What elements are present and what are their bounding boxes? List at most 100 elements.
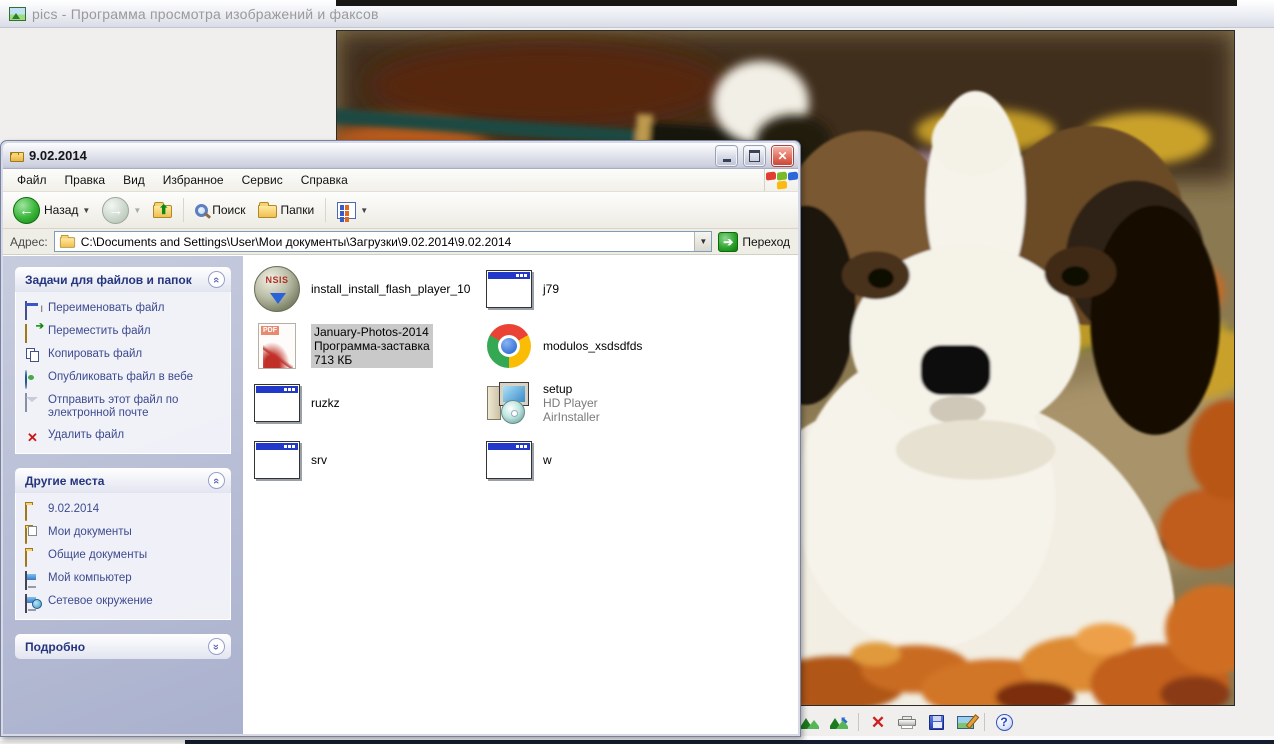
save-icon[interactable] xyxy=(926,713,946,731)
network-places-icon xyxy=(25,594,42,613)
windows-logo-icon xyxy=(764,169,798,191)
folder-icon xyxy=(25,502,41,521)
toolbar-separator xyxy=(325,198,327,222)
forward-button[interactable]: → ▼ xyxy=(98,195,145,226)
menu-tools[interactable]: Сервис xyxy=(233,170,292,190)
file-ruzkz[interactable]: ruzkz xyxy=(251,383,483,422)
file-tasks-title: Задачи для файлов и папок xyxy=(25,272,192,287)
picture-viewer-icon xyxy=(9,6,26,21)
menu-edit[interactable]: Правка xyxy=(56,170,115,190)
go-button[interactable]: ➔ Переход xyxy=(718,231,794,252)
task-move-file[interactable]: Переместить файл xyxy=(25,324,222,343)
task-publish-file[interactable]: Опубликовать файл в вебе xyxy=(25,370,222,389)
back-arrow-icon: ← xyxy=(13,196,40,224)
minimize-button[interactable] xyxy=(716,145,737,166)
views-button[interactable]: ▼ xyxy=(333,200,372,222)
back-dropdown-icon[interactable]: ▼ xyxy=(82,206,90,215)
place-shared-documents[interactable]: Общие документы xyxy=(25,548,222,567)
address-path: C:\Documents and Settings\User\Мои докум… xyxy=(80,234,512,249)
pdf-document-icon xyxy=(258,322,296,369)
viewer-toolbar: ⬉ ✕ ? xyxy=(800,709,1014,735)
file-srv[interactable]: srv xyxy=(251,440,483,479)
file-list: install_install_flash_player_10 j79 Janu… xyxy=(243,256,798,734)
address-bar: Адрес: C:\Documents and Settings\User\Мо… xyxy=(3,229,798,255)
search-icon xyxy=(195,203,209,217)
collapse-chevron-icon[interactable]: « xyxy=(208,271,225,288)
place-my-computer[interactable]: Мой компьютер xyxy=(25,571,222,590)
details-panel: Подробно « xyxy=(15,634,231,659)
explorer-titlebar[interactable]: 9.02.2014 ✕ xyxy=(3,143,798,169)
file-modulos-xsdsdfds[interactable]: modulos_xsdsdfds xyxy=(483,323,715,368)
file-j79[interactable]: j79 xyxy=(483,269,715,308)
bottom-edge xyxy=(185,740,1274,744)
application-window-icon xyxy=(486,269,532,308)
address-folder-icon xyxy=(59,234,75,248)
folders-label: Папки xyxy=(280,203,315,217)
other-places-header[interactable]: Другие места « xyxy=(15,468,231,493)
details-header[interactable]: Подробно « xyxy=(15,634,231,659)
task-email-file[interactable]: Отправить этот файл по электронной почте xyxy=(25,393,222,420)
edit-icon[interactable] xyxy=(955,713,975,731)
best-fit-icon[interactable] xyxy=(800,713,820,731)
collapse-chevron-icon[interactable]: « xyxy=(208,472,225,489)
email-icon xyxy=(25,393,41,412)
up-button[interactable]: ⬆ xyxy=(149,200,176,220)
back-button[interactable]: ← Назад ▼ xyxy=(9,195,94,226)
toolbar-separator xyxy=(984,713,985,731)
go-arrow-icon: ➔ xyxy=(718,231,739,252)
toolbar-separator xyxy=(858,713,859,731)
chrome-icon xyxy=(487,323,531,368)
rename-icon xyxy=(25,301,41,320)
task-delete-file[interactable]: ✕ Удалить файл xyxy=(25,429,222,445)
application-window-icon xyxy=(486,440,532,479)
close-button[interactable]: ✕ xyxy=(772,145,793,166)
menu-file[interactable]: Файл xyxy=(8,170,56,190)
file-install-flash-player[interactable]: install_install_flash_player_10 xyxy=(251,265,483,312)
go-label: Переход xyxy=(742,234,790,249)
actual-size-icon[interactable]: ⬉ xyxy=(829,713,849,731)
place-folder-9022014[interactable]: 9.02.2014 xyxy=(25,502,222,521)
address-input[interactable]: C:\Documents and Settings\User\Мои докум… xyxy=(53,231,713,252)
other-places-panel: Другие места « 9.02.2014 Мои документы О… xyxy=(15,468,231,620)
folders-icon xyxy=(257,202,277,218)
delete-icon: ✕ xyxy=(27,430,38,445)
folder-icon xyxy=(10,151,24,162)
expand-chevron-icon[interactable]: « xyxy=(208,638,225,655)
selected-file-label: January-Photos-2014 Программа-заставка 7… xyxy=(311,323,433,368)
search-button[interactable]: Поиск xyxy=(191,201,249,219)
file-w[interactable]: w xyxy=(483,440,715,479)
my-documents-icon xyxy=(25,525,41,544)
delete-icon[interactable]: ✕ xyxy=(868,713,888,731)
details-title: Подробно xyxy=(25,639,86,654)
file-tasks-panel: Задачи для файлов и папок « Переименоват… xyxy=(15,267,231,454)
menu-view[interactable]: Вид xyxy=(114,170,154,190)
move-icon xyxy=(25,324,41,343)
application-window-icon xyxy=(254,440,300,479)
forward-arrow-icon: → xyxy=(102,196,130,224)
desktop-screen: pics - Программа просмотра изображений и… xyxy=(0,0,1274,744)
maximize-button[interactable] xyxy=(744,145,765,166)
file-january-photos-2014[interactable]: January-Photos-2014 Программа-заставка 7… xyxy=(251,322,483,369)
menu-help[interactable]: Справка xyxy=(292,170,357,190)
address-dropdown-icon[interactable]: ▼ xyxy=(694,232,712,251)
views-icon xyxy=(337,201,357,222)
place-network[interactable]: Сетевое окружение xyxy=(25,594,222,613)
explorer-title: 9.02.2014 xyxy=(29,148,87,163)
toolbar-separator xyxy=(183,198,185,222)
task-copy-file[interactable]: Копировать файл xyxy=(25,348,222,362)
other-places-title: Другие места xyxy=(25,473,105,488)
file-tasks-header[interactable]: Задачи для файлов и папок « xyxy=(15,267,231,292)
views-dropdown-icon[interactable]: ▼ xyxy=(360,206,368,215)
place-my-documents[interactable]: Мои документы xyxy=(25,525,222,544)
task-rename-file[interactable]: Переименовать файл xyxy=(25,301,222,320)
forward-dropdown-icon: ▼ xyxy=(133,205,142,215)
file-setup[interactable]: setup HD Player AirInstaller xyxy=(483,381,715,424)
explorer-sidebar: Задачи для файлов и папок « Переименоват… xyxy=(3,256,243,734)
help-icon[interactable]: ? xyxy=(994,713,1014,731)
folders-button[interactable]: Папки xyxy=(254,200,319,220)
print-icon[interactable] xyxy=(897,713,917,731)
publish-web-icon xyxy=(25,370,41,389)
explorer-toolbar: ← Назад ▼ → ▼ ⬆ Поиск Папки ▼ xyxy=(3,192,798,229)
application-window-icon xyxy=(254,383,300,422)
menu-favorites[interactable]: Избранное xyxy=(154,170,233,190)
